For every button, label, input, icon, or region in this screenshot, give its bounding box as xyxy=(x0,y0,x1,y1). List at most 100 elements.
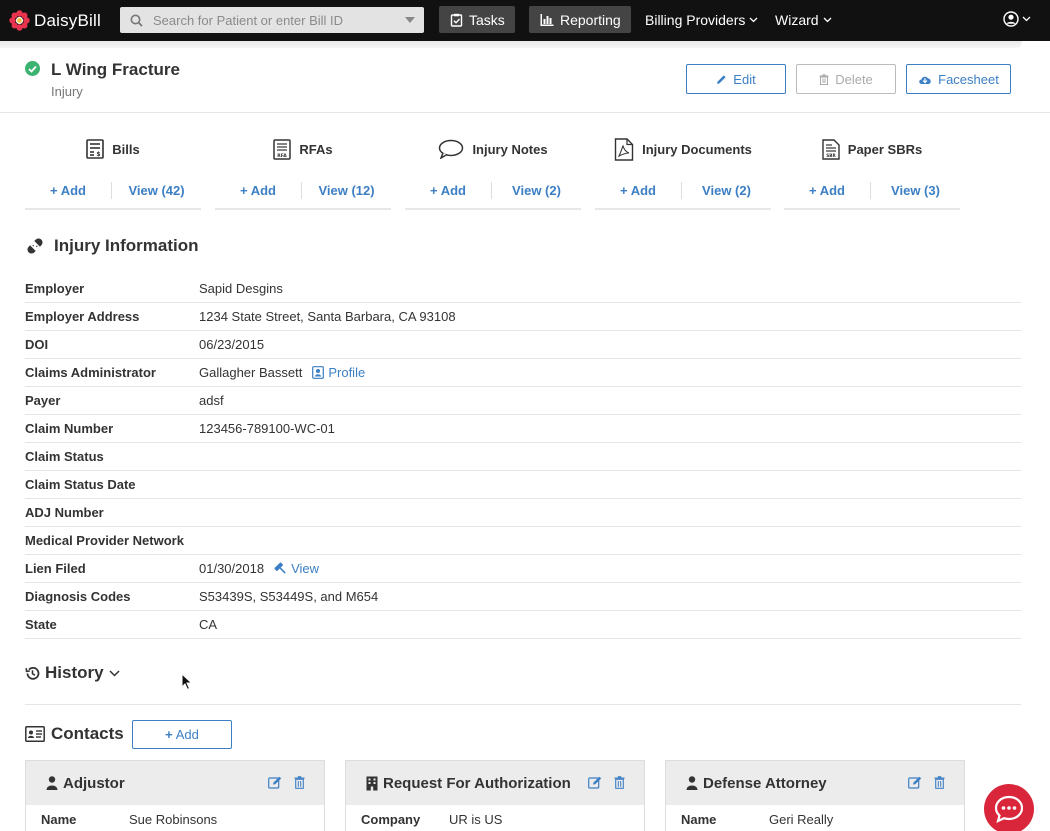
building-icon xyxy=(366,776,378,791)
add-contact-label: Add xyxy=(175,727,199,742)
info-row: Payer adsf xyxy=(25,387,1021,415)
top-navbar: DaisyBill Tasks Reporting Billing Provid… xyxy=(0,0,1050,41)
tasks-label: Tasks xyxy=(469,11,505,28)
rfas-add-label: Add xyxy=(250,182,276,198)
paper-sbrs-heading: SBR Paper SBRs xyxy=(784,130,960,168)
info-label: ADJ Number xyxy=(25,505,104,520)
chevron-down-icon xyxy=(109,669,120,677)
contacts-heading: Contacts xyxy=(25,724,124,744)
wizard-label: Wizard xyxy=(775,12,819,28)
paper-sbrs-view-link[interactable]: View (3) xyxy=(871,183,960,198)
rfas-section: RFA RFAs + Add View (12) xyxy=(215,130,391,210)
chat-widget-button[interactable] xyxy=(984,784,1034,831)
injury-documents-view-link[interactable]: View (2) xyxy=(682,183,771,198)
info-label: Employer Address xyxy=(25,309,140,324)
facesheet-button[interactable]: Facesheet xyxy=(906,64,1011,94)
info-row: ADJ Number xyxy=(25,499,1021,527)
facesheet-label: Facesheet xyxy=(938,71,999,87)
profile-link[interactable]: Profile xyxy=(312,365,365,380)
paper-sbrs-add-label: Add xyxy=(819,182,845,198)
history-divider xyxy=(25,704,1021,705)
info-value: 123456-789100-WC-01 xyxy=(199,421,335,436)
page-title: L Wing Fracture xyxy=(51,60,180,79)
mouse-cursor-icon xyxy=(181,673,193,691)
header-divider xyxy=(0,112,1050,113)
info-row: Employer Address 1234 State Street, Santa… xyxy=(25,303,1021,331)
tasks-button[interactable]: Tasks xyxy=(439,6,515,33)
injury-information-heading: Injury Information xyxy=(25,236,199,256)
info-row: Medical Provider Network xyxy=(25,527,1021,555)
contact-card-rfa: Request For Authorization Company UR is … xyxy=(345,760,645,831)
contact-card-title: Defense Attorney xyxy=(703,774,827,792)
info-label: Claims Administrator xyxy=(25,365,156,380)
delete-contact-icon[interactable] xyxy=(294,776,305,789)
injury-notes-add-link[interactable]: + Add xyxy=(405,183,491,198)
history-toggle[interactable]: History xyxy=(25,663,120,683)
edit-button[interactable]: Edit xyxy=(686,64,786,94)
lien-filed-value: 01/30/2018 xyxy=(199,561,265,576)
rfas-heading: RFA RFAs xyxy=(215,130,391,168)
bills-section: $ Bills + Add View (42) xyxy=(25,130,201,210)
search-input[interactable] xyxy=(153,12,403,28)
contact-field-row: Name Geri Really xyxy=(666,805,964,831)
rfas-view-link[interactable]: View (12) xyxy=(302,183,391,198)
user-menu[interactable] xyxy=(1003,11,1031,27)
svg-text:$: $ xyxy=(97,151,101,158)
contact-field-value: Geri Really xyxy=(769,811,834,827)
injury-documents-add-link[interactable]: + Add xyxy=(595,183,681,198)
bandage-icon xyxy=(27,238,43,254)
reporting-button[interactable]: Reporting xyxy=(529,6,631,33)
bill-icon: $ xyxy=(86,139,105,159)
gavel-icon xyxy=(274,562,286,574)
edit-contact-icon[interactable] xyxy=(588,776,602,789)
chevron-down-icon xyxy=(1022,16,1031,22)
wizard-menu[interactable]: Wizard xyxy=(775,12,832,28)
edit-contact-icon[interactable] xyxy=(908,776,922,789)
chevron-down-icon xyxy=(823,17,832,23)
info-label: Claim Status xyxy=(25,449,104,464)
billing-providers-menu[interactable]: Billing Providers xyxy=(645,12,758,28)
delete-contact-icon[interactable] xyxy=(934,776,945,789)
user-icon xyxy=(686,776,698,790)
status-check-icon xyxy=(25,61,40,76)
bills-heading: $ Bills xyxy=(25,130,201,168)
claims-administrator-value: Gallagher Bassett xyxy=(199,365,303,380)
info-value: S53439S, S53449S, and M654 xyxy=(199,589,379,604)
info-value: 01/30/2018 View xyxy=(199,561,319,576)
info-label: Claim Number xyxy=(25,421,114,436)
info-label: Lien Filed xyxy=(25,561,86,576)
injury-documents-section: Injury Documents + Add View (2) xyxy=(595,130,771,210)
delete-contact-icon[interactable] xyxy=(614,776,625,789)
paper-sbrs-label: Paper SBRs xyxy=(847,141,923,157)
rfas-add-link[interactable]: + Add xyxy=(215,183,301,198)
delete-button[interactable]: Delete xyxy=(796,64,896,94)
info-label: Payer xyxy=(25,393,61,408)
info-row: Claims Administrator Gallagher Bassett P… xyxy=(25,359,1021,387)
injury-notes-view-link[interactable]: View (2) xyxy=(492,183,581,198)
paper-sbrs-add-link[interactable]: + Add xyxy=(784,183,870,198)
cloud-download-icon xyxy=(919,76,931,84)
search-box[interactable] xyxy=(120,7,424,33)
info-label: Diagnosis Codes xyxy=(25,589,131,604)
bills-add-link[interactable]: + Add xyxy=(25,183,111,198)
logo-text: DaisyBill xyxy=(34,10,101,30)
info-row: Claim Status xyxy=(25,443,1021,471)
contact-field-row: Company UR is US xyxy=(346,805,644,831)
bills-view-link[interactable]: View (42) xyxy=(112,183,201,198)
search-dropdown-caret-icon[interactable] xyxy=(405,17,415,23)
search-icon xyxy=(130,13,144,27)
add-contact-button[interactable]: + Add xyxy=(132,720,232,749)
history-title: History xyxy=(45,663,104,682)
logo[interactable]: DaisyBill xyxy=(9,10,113,31)
page-subtitle: Injury xyxy=(51,84,83,99)
edit-contact-icon[interactable] xyxy=(268,776,282,789)
delete-label: Delete xyxy=(835,71,873,87)
info-value: 1234 State Street, Santa Barbara, CA 931… xyxy=(199,309,456,324)
history-icon xyxy=(25,666,40,680)
user-icon xyxy=(46,776,58,790)
info-label: Claim Status Date xyxy=(25,477,136,492)
chat-bubble-icon xyxy=(994,795,1024,823)
lien-view-link[interactable]: View xyxy=(274,561,319,576)
contact-field-row: Name Sue Robinsons xyxy=(26,805,324,831)
info-label: DOI xyxy=(25,337,49,352)
